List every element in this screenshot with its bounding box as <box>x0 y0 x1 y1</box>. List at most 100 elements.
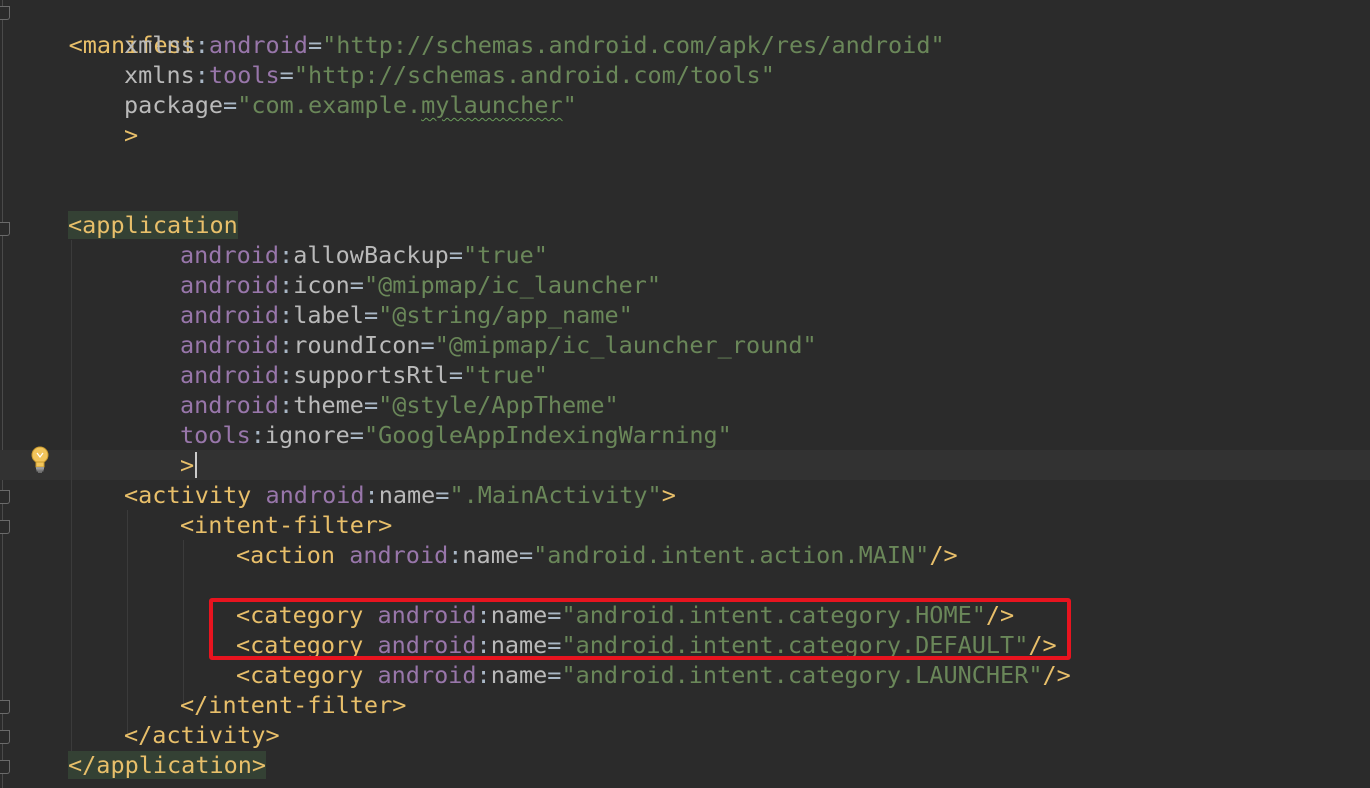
xml-namespace: android <box>265 481 365 509</box>
xml-value: "@style/AppTheme" <box>378 391 619 419</box>
xml-tag: <category <box>236 661 364 689</box>
typo-warning[interactable]: mylauncher <box>421 91 562 119</box>
fold-marker[interactable] <box>0 490 10 504</box>
punctuation: : <box>279 301 294 329</box>
code-line: xmlns:tools="http://schemas.android.com/… <box>124 60 775 90</box>
xml-attribute: supportsRtl <box>293 361 449 389</box>
xml-namespace: android <box>180 361 280 389</box>
fold-marker[interactable] <box>0 222 10 236</box>
xml-value: "com.example. <box>237 91 422 119</box>
xml-value: "@mipmap/ic_launcher_round" <box>434 331 817 359</box>
xml-attribute: theme <box>293 391 364 419</box>
xml-attribute: package <box>124 91 224 119</box>
xml-attribute: icon <box>293 271 350 299</box>
xml-tag: </application> <box>68 751 267 779</box>
xml-tag: <action <box>236 541 336 569</box>
punctuation: : <box>279 271 294 299</box>
punctuation: = <box>519 541 534 569</box>
punctuation: : <box>448 541 463 569</box>
xml-tag: <intent-filter> <box>180 511 393 539</box>
fold-marker[interactable] <box>0 520 10 534</box>
xml-tag: > <box>661 481 676 509</box>
code-line: </application> <box>68 750 267 780</box>
xml-tag: > <box>124 121 139 149</box>
xml-value: "GoogleAppIndexingWarning" <box>363 421 732 449</box>
punctuation: = <box>363 301 379 329</box>
lightbulb-icon[interactable] <box>29 445 51 475</box>
code-line: package="com.example.mylauncher" <box>124 90 577 120</box>
xml-value: "true" <box>463 241 548 269</box>
code-line: android:label="@string/app_name" <box>180 300 633 330</box>
code-line: > <box>124 120 138 150</box>
xml-namespace: android <box>180 301 280 329</box>
xml-attribute: xmlns <box>124 61 195 89</box>
xml-value: "true" <box>463 361 548 389</box>
xml-tag: /> <box>929 541 958 569</box>
punctuation: = <box>307 31 323 59</box>
xml-value: "android.intent.category.LAUNCHER" <box>561 661 1043 689</box>
punctuation: : <box>250 421 265 449</box>
xml-tag: > <box>180 451 195 479</box>
punctuation: = <box>279 61 294 89</box>
code-line: <application <box>68 210 238 240</box>
punctuation: = <box>349 421 364 449</box>
punctuation: : <box>279 331 294 359</box>
xml-attribute: roundIcon <box>293 331 421 359</box>
fold-marker[interactable] <box>0 700 10 714</box>
xml-tag: <activity <box>124 481 252 509</box>
xml-value: "@mipmap/ic_launcher" <box>363 271 662 299</box>
fold-marker[interactable] <box>0 760 10 774</box>
xml-attribute: xmlns <box>124 31 195 59</box>
code-line: android:roundIcon="@mipmap/ic_launcher_r… <box>180 330 817 360</box>
xml-value: " <box>562 91 577 119</box>
code-line: xmlns:android="http://schemas.android.co… <box>124 30 945 60</box>
xml-namespace: android <box>377 661 477 689</box>
code-line: <manifest <box>12 0 196 59</box>
punctuation: = <box>363 391 379 419</box>
xml-value: "android.intent.action.MAIN" <box>533 541 930 569</box>
punctuation: : <box>476 661 491 689</box>
xml-value: "http://schemas.android.com/apk/res/andr… <box>322 31 945 59</box>
code-line: android:supportsRtl="true" <box>180 360 548 390</box>
code-line: <category android:name="android.intent.c… <box>236 660 1071 690</box>
xml-value: "@string/app_name" <box>378 301 633 329</box>
punctuation: : <box>364 481 379 509</box>
xml-value: ".MainActivity" <box>449 481 662 509</box>
code-line: > <box>180 450 198 480</box>
code-line: <intent-filter> <box>180 510 392 540</box>
punctuation: = <box>448 361 463 389</box>
fold-marker[interactable] <box>0 730 10 744</box>
code-line: <activity android:name=".MainActivity"> <box>124 480 676 510</box>
punctuation: = <box>547 661 562 689</box>
punctuation: = <box>420 331 435 359</box>
punctuation: : <box>279 391 294 419</box>
code-line: tools:ignore="GoogleAppIndexingWarning" <box>180 420 732 450</box>
fold-marker[interactable] <box>0 6 10 20</box>
code-line: <action android:name="android.intent.act… <box>236 540 958 570</box>
xml-attribute: label <box>293 301 364 329</box>
punctuation: : <box>279 361 294 389</box>
indent-guide <box>71 240 72 765</box>
punctuation: : <box>279 241 294 269</box>
gutter <box>2 0 3 788</box>
punctuation: = <box>349 271 364 299</box>
punctuation: : <box>194 61 209 89</box>
xml-namespace: android <box>208 31 308 59</box>
indent-guide <box>127 510 128 735</box>
punctuation: = <box>448 241 463 269</box>
xml-namespace: android <box>180 391 280 419</box>
xml-attribute: name <box>462 541 519 569</box>
xml-attribute: ignore <box>264 421 350 449</box>
xml-namespace: android <box>180 241 280 269</box>
xml-attribute: name <box>378 481 436 509</box>
xml-namespace: tools <box>208 61 280 89</box>
code-editor[interactable]: <manifest xmlns:android="http://schemas.… <box>0 0 1370 788</box>
annotation-highlight-box <box>209 598 1071 660</box>
punctuation: : <box>194 31 209 59</box>
punctuation: = <box>223 91 238 119</box>
xml-value: "http://schemas.android.com/tools" <box>293 61 775 89</box>
xml-tag: <application <box>68 211 238 239</box>
